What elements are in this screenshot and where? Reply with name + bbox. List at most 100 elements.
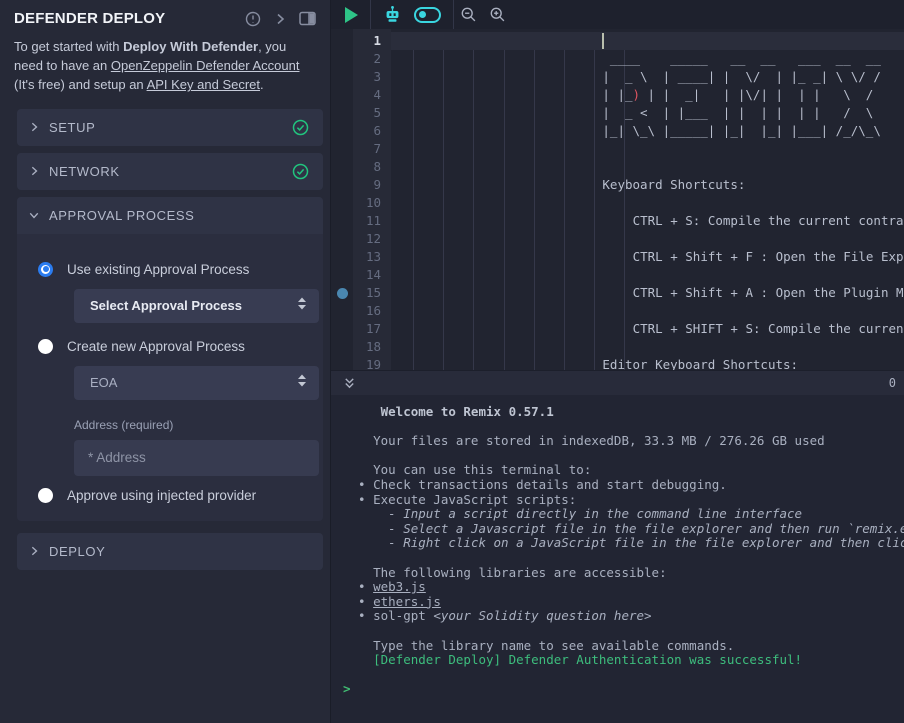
breakpoint-dot[interactable] <box>337 288 348 299</box>
alert-circle-icon[interactable] <box>245 11 261 27</box>
gutter-margin[interactable] <box>331 68 353 86</box>
line-number: 7 <box>353 140 391 158</box>
gutter-margin[interactable] <box>331 122 353 140</box>
code-line[interactable]: 16 <box>331 302 904 320</box>
line-text: | _ < | |___ | | | | | | / \ <box>391 104 904 122</box>
library-link[interactable]: web3.js <box>373 579 426 594</box>
line-text: | _ \ | ____| | \/ | |_ _| \ \/ / <box>391 68 904 86</box>
gutter-margin[interactable] <box>331 104 353 122</box>
gutter-margin[interactable] <box>331 140 353 158</box>
code-line[interactable]: 8 <box>331 158 904 176</box>
section-label: SETUP <box>49 120 292 135</box>
approval-process-select[interactable]: Select Approval Process <box>74 289 319 323</box>
copilot-toggle[interactable] <box>414 7 441 23</box>
terminal-line: - Input a script directly in the command… <box>343 507 904 522</box>
terminal-output[interactable]: Welcome to Remix 0.57.1 Your files are s… <box>331 395 904 723</box>
code-line[interactable]: 10 <box>331 194 904 212</box>
code-line[interactable]: 2 ____ _____ __ __ ___ __ __ <box>331 50 904 68</box>
defender-deploy-panel: DEFENDER DEPLOY T <box>0 0 330 723</box>
code-editor[interactable]: 12 ____ _____ __ __ ___ __ __3| _ \ | __… <box>331 29 904 370</box>
line-number: 15 <box>353 284 391 302</box>
gutter-margin[interactable] <box>331 194 353 212</box>
approval-type-select[interactable]: EOA <box>74 366 319 400</box>
breakpoint-margin[interactable] <box>331 284 353 302</box>
section-setup[interactable]: SETUP <box>17 109 323 146</box>
code-line[interactable]: 5| _ < | |___ | | | | | | / \ <box>331 104 904 122</box>
run-script-button[interactable] <box>345 7 358 23</box>
toolbar-divider <box>370 0 371 29</box>
gutter-margin[interactable] <box>331 248 353 266</box>
gutter-margin[interactable] <box>331 302 353 320</box>
gutter-margin[interactable] <box>331 320 353 338</box>
terminal-line: The following libraries are accessible: <box>343 566 904 581</box>
gutter-margin[interactable] <box>331 86 353 104</box>
code-line[interactable]: 1 <box>331 32 904 50</box>
code-line[interactable]: 12 <box>331 230 904 248</box>
line-text <box>391 32 904 50</box>
defender-account-link[interactable]: OpenZeppelin Defender Account <box>111 58 300 73</box>
collapse-terminal-icon[interactable] <box>343 377 356 390</box>
code-line[interactable]: 13CTRL + Shift + F : Open the File Explo… <box>331 248 904 266</box>
terminal-header: 0 <box>331 370 904 395</box>
section-network[interactable]: NETWORK <box>17 153 323 190</box>
line-text: |_| \_\ |_____| |_| |_| |___| /_/\_\ <box>391 122 904 140</box>
gutter-margin[interactable] <box>331 50 353 68</box>
radio-injected-provider[interactable]: Approve using injected provider <box>38 488 303 503</box>
code-line[interactable]: 19Editor Keyboard Shortcuts: <box>331 356 904 370</box>
section-label: NETWORK <box>49 164 292 179</box>
radio-create-new[interactable]: Create new Approval Process <box>38 339 303 354</box>
line-text <box>391 338 904 356</box>
line-number: 19 <box>353 356 391 370</box>
gutter-margin[interactable] <box>331 32 353 50</box>
select-arrows-icon <box>297 297 307 315</box>
select-arrows-icon <box>297 374 307 392</box>
collapse-panel-chevron-icon[interactable] <box>274 13 286 25</box>
line-number: 5 <box>353 104 391 122</box>
gutter-margin[interactable] <box>331 158 353 176</box>
gutter-margin[interactable] <box>331 266 353 284</box>
gutter-margin[interactable] <box>331 176 353 194</box>
code-line[interactable]: 9Keyboard Shortcuts: <box>331 176 904 194</box>
code-line[interactable]: 15CTRL + Shift + A : Open the Plugin Man… <box>331 284 904 302</box>
code-line[interactable]: 11CTRL + S: Compile the current contract <box>331 212 904 230</box>
code-line[interactable]: 17CTRL + SHIFT + S: Compile the current … <box>331 320 904 338</box>
terminal-line: Your files are stored in indexedDB, 33.3… <box>343 434 904 449</box>
split-view-icon[interactable] <box>299 11 316 26</box>
line-number: 1 <box>353 32 391 50</box>
intro-text: To get started with Deploy With Defender… <box>14 37 316 95</box>
code-line[interactable]: 7 <box>331 140 904 158</box>
gutter-margin[interactable] <box>331 356 353 370</box>
radio-unselected-icon <box>38 339 53 354</box>
library-link[interactable]: ethers.js <box>373 594 441 609</box>
zoom-in-icon[interactable] <box>489 6 506 23</box>
terminal-line <box>343 420 904 435</box>
code-line[interactable]: 3| _ \ | ____| | \/ | |_ _| \ \/ / <box>331 68 904 86</box>
gutter-margin[interactable] <box>331 338 353 356</box>
radio-use-existing[interactable]: Use existing Approval Process <box>38 262 303 277</box>
line-number: 4 <box>353 86 391 104</box>
line-number: 9 <box>353 176 391 194</box>
api-key-link[interactable]: API Key and Secret <box>147 77 260 92</box>
zoom-out-icon[interactable] <box>460 6 477 23</box>
address-input[interactable] <box>74 440 319 476</box>
line-number: 13 <box>353 248 391 266</box>
line-number: 8 <box>353 158 391 176</box>
editor-terminal-column: 12 ____ _____ __ __ ___ __ __3| _ \ | __… <box>330 0 904 723</box>
code-line[interactable]: 4| |_) | | _| | |\/| | | | \ / <box>331 86 904 104</box>
code-line[interactable]: 14 <box>331 266 904 284</box>
line-text: ____ _____ __ __ ___ __ __ <box>391 50 904 68</box>
gutter-margin[interactable] <box>331 230 353 248</box>
chevron-right-icon <box>29 166 39 176</box>
code-line[interactable]: 18 <box>331 338 904 356</box>
terminal-line: • sol-gpt <your Solidity question here> <box>343 609 904 624</box>
code-line[interactable]: 6|_| \_\ |_____| |_| |_| |___| /_/\_\ <box>331 122 904 140</box>
gutter-margin[interactable] <box>331 212 353 230</box>
terminal-line <box>343 668 904 683</box>
terminal-line <box>343 551 904 566</box>
ai-assistant-robot-icon[interactable] <box>383 5 402 24</box>
section-deploy[interactable]: DEPLOY <box>17 533 323 570</box>
line-number: 11 <box>353 212 391 230</box>
address-label: Address (required) <box>74 418 303 432</box>
line-text: Editor Keyboard Shortcuts: <box>391 356 904 370</box>
section-approval-process[interactable]: APPROVAL PROCESS <box>17 197 323 234</box>
